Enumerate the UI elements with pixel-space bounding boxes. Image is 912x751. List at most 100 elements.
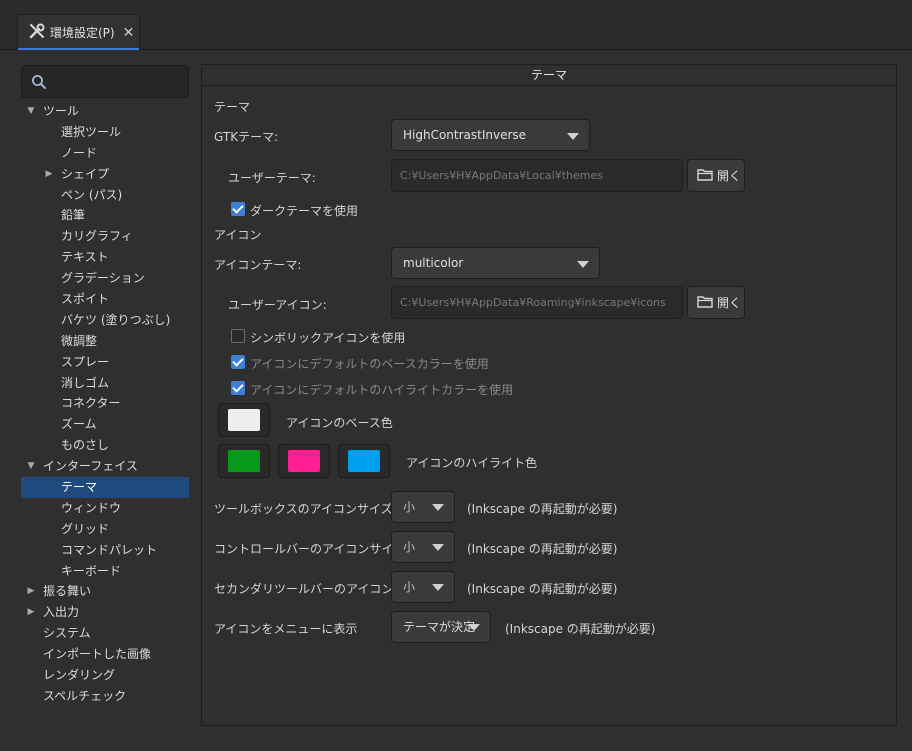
dropdown-arrow-icon bbox=[432, 504, 444, 511]
sidebar-item[interactable]: ▶ 振る舞い bbox=[21, 581, 189, 602]
base-color-button[interactable] bbox=[218, 403, 270, 437]
open-user-icon-button[interactable]: 開く bbox=[687, 286, 745, 319]
toolbox-icon-size-label: ツールボックスのアイコンサイズ: bbox=[214, 502, 397, 516]
sidebar-item-label: グラデーション bbox=[61, 271, 145, 286]
gtk-theme-dropdown[interactable]: HighContrastInverse bbox=[391, 119, 590, 151]
sidebar-item-label: 鉛筆 bbox=[61, 208, 86, 223]
sidebar-item-label: シェイプ bbox=[61, 166, 110, 181]
sidebar-item[interactable]: ウィンドウ bbox=[21, 498, 189, 519]
sidebar-item[interactable]: システム bbox=[21, 623, 189, 644]
sidebar-item[interactable]: 選択ツール bbox=[21, 122, 189, 143]
dark-theme-checkbox[interactable] bbox=[231, 202, 245, 216]
menu-icons-dropdown[interactable]: テーマが決定 bbox=[391, 611, 491, 643]
sidebar-item-label: ペン (パス) bbox=[61, 187, 123, 202]
expander-closed-icon[interactable]: ▶ bbox=[25, 602, 37, 623]
sidebar-item-label: キーボード bbox=[61, 563, 122, 578]
search-input[interactable] bbox=[21, 65, 189, 98]
sidebar-item-label: カリグラフィ bbox=[61, 229, 133, 244]
restart-note: (Inkscape の再起動が必要) bbox=[505, 622, 656, 636]
sidebar-item[interactable]: スペルチェック bbox=[21, 686, 189, 707]
open-label: 開く bbox=[717, 296, 742, 310]
menu-icons-value: テーマが決定 bbox=[403, 620, 476, 634]
sidebar-item[interactable]: バケツ (塗りつぶし) bbox=[21, 310, 189, 331]
expander-closed-icon[interactable]: ▶ bbox=[43, 164, 55, 185]
sidebar-item[interactable]: スプレー bbox=[21, 352, 189, 373]
sidebar-item-label: テキスト bbox=[61, 250, 109, 265]
sidebar-item-label: ズーム bbox=[61, 417, 97, 432]
tab-active-indicator bbox=[18, 48, 139, 50]
search-icon bbox=[31, 74, 47, 93]
expander-open-icon[interactable]: ▼ bbox=[25, 101, 37, 122]
base-color-swatch bbox=[228, 409, 260, 431]
sidebar-item-label: システム bbox=[43, 626, 91, 641]
sidebar-item[interactable]: コネクター bbox=[21, 393, 189, 414]
base-color-label: アイコンのベース色 bbox=[286, 416, 393, 430]
open-label: 開く bbox=[717, 169, 742, 183]
sidebar-item[interactable]: テーマ bbox=[21, 477, 189, 498]
panel-title: テーマ bbox=[202, 65, 896, 86]
default-highlight-color-label: アイコンにデフォルトのハイライトカラーを使用 bbox=[250, 383, 514, 397]
toolbox-icon-size-value: 小 bbox=[403, 500, 416, 514]
toolbox-icon-size-dropdown[interactable]: 小 bbox=[391, 491, 455, 523]
close-icon[interactable]: ✕ bbox=[123, 25, 135, 41]
sidebar-item[interactable]: レンダリング bbox=[21, 665, 189, 686]
highlight-color-button-3[interactable] bbox=[338, 444, 390, 478]
dropdown-arrow-icon bbox=[567, 133, 579, 140]
section-icon: アイコン bbox=[214, 228, 262, 242]
sidebar-item-label: コネクター bbox=[61, 396, 121, 411]
sidebar-item[interactable]: インポートした画像 bbox=[21, 644, 189, 665]
sidebar-item[interactable]: ノード bbox=[21, 143, 189, 164]
symbolic-icons-checkbox[interactable] bbox=[231, 329, 245, 343]
sidebar-item-label: スプレー bbox=[61, 354, 110, 369]
sidebar-item[interactable]: 消しゴム bbox=[21, 373, 189, 394]
highlight-color-button-2[interactable] bbox=[278, 444, 330, 478]
sidebar-item-label: スポイト bbox=[61, 292, 110, 307]
preferences-tools-icon bbox=[28, 22, 46, 43]
sidebar-item[interactable]: スポイト bbox=[21, 289, 189, 310]
user-icon-path-field[interactable]: C:¥Users¥H¥AppData¥Roaming¥inkscape¥icon… bbox=[391, 286, 683, 319]
sidebar-item[interactable]: ものさし bbox=[21, 435, 189, 456]
secondary-toolbar-icon-size-dropdown[interactable]: 小 bbox=[391, 571, 455, 603]
sidebar-item-label: ノード bbox=[61, 145, 98, 160]
secondary-toolbar-icon-size-value: 小 bbox=[403, 580, 416, 594]
sidebar-item[interactable]: 鉛筆 bbox=[21, 205, 189, 226]
default-highlight-color-checkbox[interactable] bbox=[231, 381, 245, 395]
sidebar-item-label: 消しゴム bbox=[61, 375, 110, 390]
folder-icon bbox=[697, 295, 713, 311]
sidebar-item[interactable]: グリッド bbox=[21, 519, 189, 540]
sidebar-item[interactable]: ▶ シェイプ bbox=[21, 164, 189, 185]
gtk-theme-value: HighContrastInverse bbox=[403, 128, 527, 142]
sidebar-item[interactable]: ▶ 入出力 bbox=[21, 602, 189, 623]
highlight-color-swatch bbox=[288, 450, 320, 472]
dropdown-arrow-icon bbox=[432, 584, 444, 591]
user-theme-path-field[interactable]: C:¥Users¥H¥AppData¥Local¥themes bbox=[391, 159, 683, 192]
tab-preferences[interactable]: 環境設定(P) ✕ bbox=[17, 14, 140, 50]
open-user-theme-button[interactable]: 開く bbox=[687, 159, 745, 192]
expander-closed-icon[interactable]: ▶ bbox=[25, 581, 37, 602]
sidebar-item[interactable]: ▼ インターフェイス bbox=[21, 456, 189, 477]
dropdown-arrow-icon bbox=[468, 624, 480, 631]
highlight-color-button-1[interactable] bbox=[218, 444, 270, 478]
folder-icon bbox=[697, 168, 713, 184]
expander-open-icon[interactable]: ▼ bbox=[25, 456, 37, 477]
sidebar-item[interactable]: ズーム bbox=[21, 414, 189, 435]
gtk-theme-label: GTKテーマ: bbox=[214, 130, 279, 144]
sidebar-item-label: グリッド bbox=[61, 521, 110, 536]
sidebar-item-label: 選択ツール bbox=[61, 124, 122, 139]
default-base-color-checkbox[interactable] bbox=[231, 355, 245, 369]
sidebar-item[interactable]: キーボード bbox=[21, 561, 189, 582]
sidebar-item[interactable]: カリグラフィ bbox=[21, 226, 189, 247]
restart-note: (Inkscape の再起動が必要) bbox=[467, 542, 618, 556]
sidebar-item-label: レンダリング bbox=[43, 668, 116, 683]
sidebar-item[interactable]: コマンドパレット bbox=[21, 540, 189, 561]
tab-label: 環境設定(P) bbox=[50, 26, 115, 40]
sidebar-item-label: 入出力 bbox=[43, 605, 80, 620]
sidebar-item[interactable]: 微調整 bbox=[21, 331, 189, 352]
sidebar-item[interactable]: グラデーション bbox=[21, 268, 189, 289]
sidebar-item[interactable]: ▼ ツール bbox=[21, 101, 189, 122]
controlbar-icon-size-dropdown[interactable]: 小 bbox=[391, 531, 455, 563]
sidebar-item[interactable]: ペン (パス) bbox=[21, 185, 189, 206]
sidebar-item[interactable]: テキスト bbox=[21, 247, 189, 268]
restart-note: (Inkscape の再起動が必要) bbox=[467, 502, 618, 516]
icon-theme-dropdown[interactable]: multicolor bbox=[391, 247, 600, 279]
